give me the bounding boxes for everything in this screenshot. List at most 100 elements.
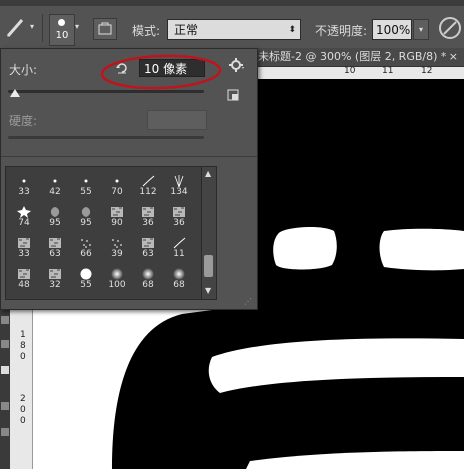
pressure-opacity-icon[interactable] [438,16,462,40]
tool-icon[interactable] [1,428,9,436]
scrollbar-thumb[interactable] [204,255,213,277]
brush-preset[interactable]: 112 [134,175,162,197]
brush-panel-toggle-button[interactable] [93,18,117,40]
tool-icon[interactable] [1,340,9,348]
brush-size-number: 68 [142,280,154,290]
tool-icon[interactable] [1,402,9,410]
brush-size-number: 95 [80,218,92,228]
brush-size-number: 39 [111,249,123,259]
brush-size-number: 66 [80,249,92,259]
document-tab[interactable]: 未标题-2 @ 300% (图层 2, RGB/8) * × [258,48,464,67]
brush-tool-icon[interactable] [4,14,30,40]
folder-brush-icon [98,22,112,35]
brush-tip-icon [172,268,186,280]
brush-size-number: 70 [111,187,123,197]
brush-preset-grid: 33 42 55 70 112 134 74 95 95 90 36 36 33 63 66 39 63 11 48… [5,166,217,300]
brush-preset[interactable]: 33 [10,175,38,197]
vertical-ruler: 1 8 0 2 0 0 [10,310,33,469]
brush-preset[interactable]: 55 [72,268,100,290]
brush-size-number: 36 [142,218,154,228]
brush-size-number: 112 [139,187,157,197]
opacity-field[interactable]: 100% [372,19,412,40]
tool-icon[interactable] [1,316,9,324]
brush-preset[interactable]: 70 [103,175,131,197]
brush-tip-icon [141,175,155,187]
brush-size-number: 32 [49,280,61,290]
size-slider-thumb[interactable] [10,89,20,97]
brush-preset[interactable]: 95 [72,206,100,228]
tool-icon[interactable] [1,366,9,374]
resize-grip-icon[interactable]: ⋰ [244,297,252,306]
brush-size-number: 11 [173,249,185,259]
select-arrows-icon: ⬍ [288,25,296,35]
brush-preset-panel: 大小: 10 像素 硬度: 33 42 55 70 112 134 74 95 95 90 36 36… [0,48,258,310]
ruler-tick-label: 2 [20,394,26,404]
scroll-down-icon[interactable]: ▼ [205,286,211,295]
brush-preset[interactable]: 95 [41,206,69,228]
brush-tip-icon [17,268,31,280]
ruler-tick-label: 10 [344,66,356,76]
scroll-up-icon[interactable]: ▲ [205,169,211,178]
brush-size-number: 36 [173,218,185,228]
brush-preset[interactable]: 100 [103,268,131,290]
brush-tip-icon [110,268,124,280]
brush-tip-icon [141,237,155,249]
close-tab-icon[interactable]: × [449,48,458,66]
brush-preset[interactable]: 90 [103,206,131,228]
brush-preset[interactable]: 36 [134,206,162,228]
mode-select[interactable]: 正常 ⬍ [167,19,301,40]
brush-preset[interactable]: 42 [41,175,69,197]
brush-preset[interactable]: 11 [165,237,193,259]
brush-preset[interactable]: 74 [10,206,38,228]
tool-preset-dropdown-icon[interactable]: ▾ [30,22,34,31]
panel-settings-gear-icon[interactable] [228,57,246,73]
brush-tip-icon [110,237,124,249]
brush-size-number: 42 [49,187,61,197]
brush-tip-icon [172,206,186,218]
brush-size-number: 55 [80,187,92,197]
brush-preset[interactable]: 66 [72,237,100,259]
brush-preset[interactable]: 55 [72,175,100,197]
brush-preset[interactable]: 36 [165,206,193,228]
ruler-tick-label: 0 [20,416,26,426]
brush-size-number: 90 [111,218,123,228]
brush-tip-icon [79,268,93,280]
opacity-label: 不透明度: [315,24,368,38]
brush-tip-icon [48,237,62,249]
brush-size-number: 33 [18,187,30,197]
brush-preset[interactable]: 32 [41,268,69,290]
brush-tip-icon [141,206,155,218]
brush-tip-icon [172,175,186,188]
brush-preset[interactable]: 39 [103,237,131,259]
separator [42,14,43,42]
ruler-tick-label: 8 [20,341,26,351]
brush-tip-icon [48,268,62,280]
preset-grid-scrollbar[interactable]: ▲ ▼ [201,167,216,299]
brush-tip-icon [17,206,31,218]
size-slider[interactable] [8,90,204,93]
brush-size-number: 55 [80,280,92,290]
brush-preset[interactable]: 134 [165,175,193,197]
tools-strip [0,310,10,469]
brush-size-number: 95 [49,218,61,228]
brush-preset[interactable]: 68 [134,268,162,290]
brush-tip-icon [172,237,186,249]
brush-preset[interactable]: 33 [10,237,38,259]
opacity-slider-button[interactable]: ▾ [413,19,429,40]
brush-preset-dropdown-icon[interactable]: ▾ [75,22,79,31]
brush-tip-icon [17,237,31,249]
brush-preset[interactable]: 68 [165,268,193,290]
brush-tip-icon [79,175,93,187]
brush-preset[interactable]: 63 [41,237,69,259]
size-label: 大小: [9,63,38,77]
annotation-circle [100,54,222,90]
new-preset-icon[interactable] [227,89,239,101]
brush-preset[interactable]: 63 [134,237,162,259]
mode-label: 模式: [132,24,161,38]
brush-size-number: 33 [18,249,30,259]
brush-tip-icon [48,175,62,187]
brush-tip-icon [110,175,124,187]
brush-preset-picker[interactable]: 10 [49,14,75,46]
mode-value: 正常 [174,23,199,37]
brush-preset[interactable]: 48 [10,268,38,290]
